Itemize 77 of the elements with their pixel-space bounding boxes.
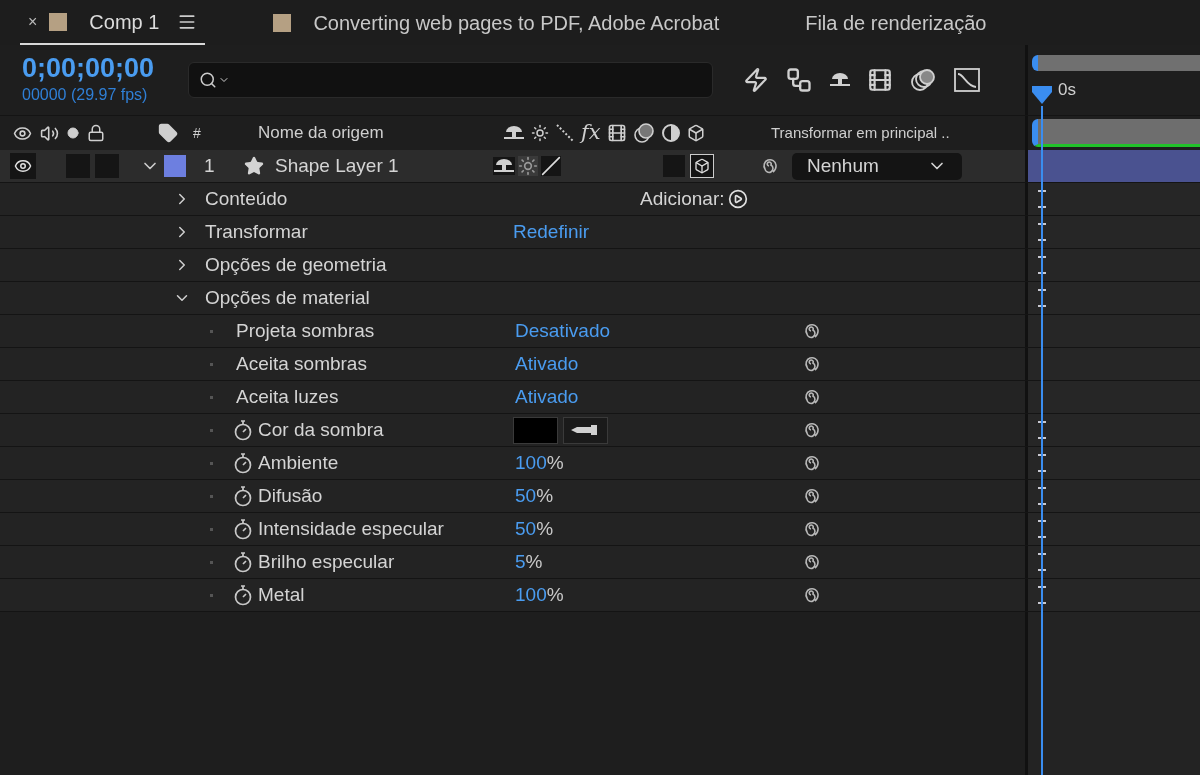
cube-icon[interactable] bbox=[686, 124, 705, 142]
layer-number: 1 bbox=[204, 153, 216, 178]
property-name: Projeta sombras bbox=[236, 318, 375, 343]
frame-blend-icon[interactable] bbox=[606, 123, 627, 143]
stopwatch-icon[interactable] bbox=[233, 419, 253, 441]
shy-layer-icon[interactable] bbox=[503, 124, 525, 142]
ruler-label: 0s bbox=[1058, 79, 1077, 101]
property-name: Metal bbox=[258, 582, 305, 607]
percent-value[interactable]: 50% bbox=[510, 514, 554, 544]
playhead-handle-icon[interactable] bbox=[1030, 84, 1054, 106]
property-group-name: Opções de geometria bbox=[205, 252, 387, 277]
lightning-icon[interactable] bbox=[743, 67, 769, 93]
search-field[interactable] bbox=[188, 62, 713, 98]
tab-label: Fila de renderização bbox=[805, 10, 987, 36]
percent-value[interactable]: 5% bbox=[510, 547, 543, 577]
shy-layer-icon[interactable] bbox=[829, 71, 851, 89]
property-name: Ambiente bbox=[258, 450, 339, 475]
column-header[interactable]: # bbox=[193, 122, 223, 144]
half-circle-icon[interactable] bbox=[660, 123, 681, 143]
color-swatch[interactable] bbox=[513, 416, 558, 444]
eye-icon bbox=[14, 157, 32, 175]
film-frames-icon[interactable] bbox=[867, 67, 893, 93]
speaker-icon[interactable] bbox=[40, 123, 59, 143]
tab-label: Converting web pages to PDF, Adobe Acrobat bbox=[313, 10, 720, 36]
dotted-line-icon[interactable] bbox=[555, 123, 575, 143]
reset-link[interactable]: Redefinir bbox=[510, 217, 590, 247]
search-icon bbox=[199, 71, 217, 89]
comp-tab[interactable]: Fila de renderização bbox=[787, 0, 995, 45]
property-group-name: Transformar bbox=[205, 219, 308, 244]
toggle-value[interactable]: Ativado bbox=[510, 349, 579, 379]
property-name: Difusão bbox=[258, 483, 323, 508]
property-name: Aceita luzes bbox=[236, 384, 339, 409]
toggle-value[interactable]: Ativado bbox=[510, 382, 579, 412]
shy-layer-icon[interactable] bbox=[493, 157, 515, 175]
add-play-icon[interactable] bbox=[727, 189, 748, 209]
sun-icon[interactable] bbox=[531, 124, 549, 142]
timecode[interactable]: 0;00;00;00 bbox=[22, 53, 188, 83]
lock-icon[interactable] bbox=[87, 124, 105, 142]
stopwatch-icon[interactable] bbox=[233, 452, 253, 474]
3d-layer-switch[interactable] bbox=[690, 154, 714, 178]
label-tag-icon[interactable] bbox=[158, 123, 178, 143]
add-label: Adicionar: bbox=[640, 186, 725, 211]
overlapping-circles-icon[interactable] bbox=[909, 66, 937, 94]
column-header[interactable]: Nome da origem bbox=[258, 120, 503, 146]
eyedropper-button[interactable] bbox=[563, 416, 608, 444]
property-name: Aceita sombras bbox=[236, 351, 367, 376]
stopwatch-icon[interactable] bbox=[233, 551, 253, 573]
property-name: Cor da sombra bbox=[258, 417, 384, 442]
visibility-toggle[interactable] bbox=[10, 153, 36, 179]
solo-dot-icon[interactable] bbox=[67, 127, 79, 139]
tab-close[interactable]: × bbox=[28, 9, 38, 34]
comp-tab[interactable]: × Comp 1 bbox=[20, 0, 206, 45]
cube-icon bbox=[694, 158, 710, 174]
percent-value[interactable]: 100% bbox=[510, 448, 564, 478]
layer-name[interactable]: Shape Layer 1 bbox=[275, 151, 493, 181]
slash-icon[interactable] bbox=[541, 156, 561, 176]
toggle-value[interactable]: Desativado bbox=[510, 316, 611, 346]
layer-color-label[interactable] bbox=[164, 155, 186, 177]
property-group-name: Opções de material bbox=[205, 285, 370, 310]
property-name: Intensidade especular bbox=[258, 516, 444, 541]
star-icon bbox=[244, 156, 264, 176]
stopwatch-icon[interactable] bbox=[233, 485, 253, 507]
percent-value[interactable]: 50% bbox=[510, 481, 554, 511]
graph-editor-icon[interactable] bbox=[953, 66, 981, 94]
tab-label: Comp 1 bbox=[89, 9, 160, 35]
property-group-name: Conteúdo bbox=[205, 186, 288, 211]
percent-value[interactable]: 100% bbox=[510, 580, 564, 610]
property-name: Brilho especular bbox=[258, 549, 395, 574]
stopwatch-icon[interactable] bbox=[233, 584, 253, 606]
overlapping-circles-icon[interactable] bbox=[632, 122, 655, 144]
stopwatch-icon[interactable] bbox=[233, 518, 253, 540]
comp-tab[interactable]: Converting web pages to PDF, Adobe Acrobat bbox=[265, 0, 728, 45]
effects-label[interactable]: fx bbox=[581, 117, 601, 149]
parent-dropdown[interactable]: Nenhum bbox=[792, 152, 962, 180]
frame-info: 00000 (29.97 fps) bbox=[22, 85, 149, 105]
flowchart-icon[interactable] bbox=[785, 66, 813, 94]
column-header[interactable]: Transformar em principal .. bbox=[771, 121, 950, 145]
